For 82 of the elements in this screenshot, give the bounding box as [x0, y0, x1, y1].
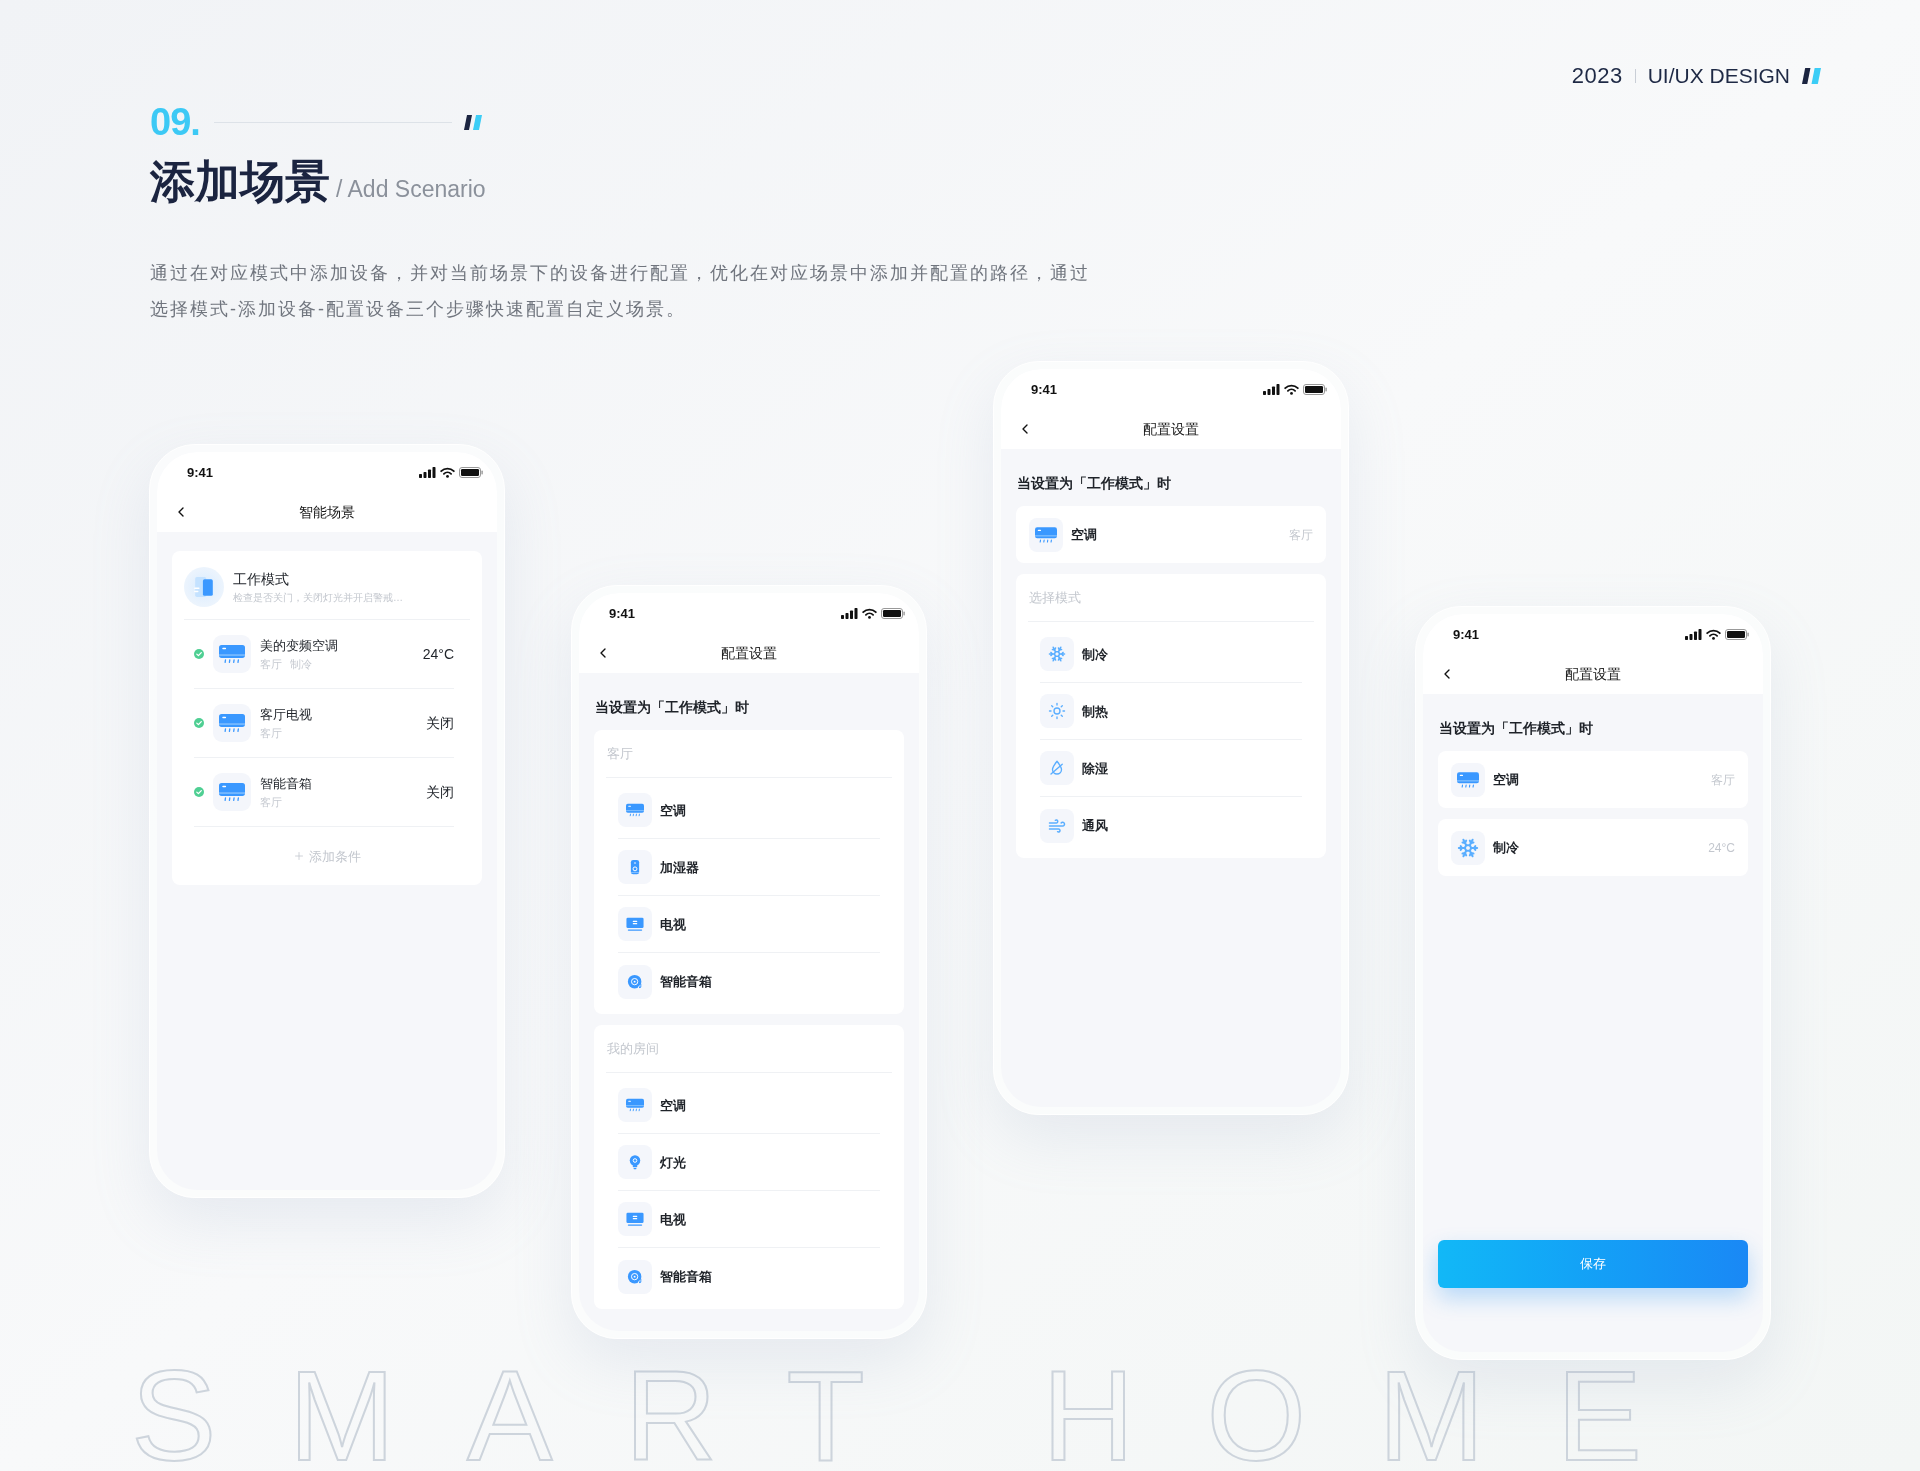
check-icon[interactable]: [194, 649, 204, 659]
air-conditioner-icon: [213, 635, 251, 673]
device-name: 客厅电视: [260, 705, 312, 724]
status-time: 9:41: [609, 606, 636, 620]
air-conditioner-icon: [1451, 762, 1485, 797]
list-item[interactable]: 智能音箱: [618, 953, 880, 1010]
page-description: 通过在对应模式中添加设备，并对当前场景下的设备进行配置，优化在对应场景中添加并配置的路径，通过选择模式-添加设备-配置设备三个步骤快速配置自定义场景。: [150, 262, 1091, 321]
signal-icon: [841, 607, 858, 619]
group-label: 我的房间: [607, 1042, 659, 1055]
item-detail: 客厅: [1711, 773, 1735, 786]
air-conditioner-icon: [618, 1088, 652, 1122]
list-item[interactable]: 空调: [618, 1077, 880, 1134]
status-time: 9:41: [187, 465, 214, 479]
air-conditioner-icon: [213, 704, 251, 742]
item-name: 空调: [1071, 528, 1097, 541]
battery-icon: [459, 466, 483, 478]
nav-title: 配置设置: [1565, 667, 1621, 681]
device-value: 关闭: [426, 785, 454, 799]
droplet-slash-icon: [1040, 751, 1074, 785]
air-conditioner-icon: [618, 793, 652, 827]
section-number: 09.: [150, 106, 200, 138]
speaker-icon: [618, 964, 652, 999]
status-time: 9:41: [1031, 382, 1058, 396]
wifi-icon: [440, 466, 455, 478]
list-item[interactable]: 制冷: [1040, 626, 1302, 683]
page-title: 添加场景: [150, 156, 330, 208]
wifi-icon: [862, 607, 877, 619]
light-bulb-icon: [618, 1145, 652, 1179]
brand-year: 2023: [1571, 62, 1623, 90]
device-value: 关闭: [426, 716, 454, 730]
speaker-icon: [618, 1259, 652, 1294]
slanted-bars-icon: [463, 114, 482, 130]
snowflake-icon: [1040, 637, 1074, 671]
signal-icon: [1263, 383, 1280, 395]
device-value: 24°C: [422, 647, 454, 661]
page-subtitle: / Add Scenario: [336, 178, 486, 201]
nav-title: 配置设置: [721, 646, 777, 660]
list-item[interactable]: 通风: [1040, 797, 1302, 854]
mode-prompt: 当设置为「工作模式」时: [1439, 720, 1593, 736]
list-item[interactable]: 加湿器: [618, 839, 880, 896]
item-detail: 24°C: [1708, 841, 1735, 854]
wifi-icon: [1706, 628, 1721, 640]
signal-icon: [1685, 628, 1702, 640]
tv-icon: [618, 1202, 652, 1236]
check-icon[interactable]: [194, 787, 204, 797]
list-item[interactable]: 电视: [618, 896, 880, 953]
list-item[interactable]: 除湿: [1040, 740, 1302, 797]
signal-icon: [419, 466, 436, 478]
air-conditioner-icon: [213, 773, 251, 811]
group-label: 选择模式: [1029, 591, 1081, 604]
list-item[interactable]: 智能音箱: [618, 1248, 880, 1305]
snowflake-icon: [1451, 830, 1485, 865]
slanted-bars-icon: [1802, 68, 1821, 84]
list-item[interactable]: 空调: [618, 782, 880, 839]
scene-icon: [184, 567, 224, 607]
wind-icon: [1040, 808, 1074, 843]
item-detail: 客厅: [1289, 528, 1313, 541]
tv-icon: [618, 907, 652, 941]
humidifier-icon: [618, 850, 652, 884]
battery-icon: [1725, 628, 1749, 640]
status-time: 9:41: [1453, 627, 1480, 641]
plus-icon: [293, 850, 305, 862]
mode-prompt: 当设置为「工作模式」时: [595, 699, 749, 715]
battery-icon: [881, 607, 905, 619]
battery-icon: [1303, 383, 1327, 395]
brand-label: UI/UX DESIGN: [1647, 63, 1790, 89]
mode-prompt: 当设置为「工作模式」时: [1017, 475, 1171, 491]
item-name: 制冷: [1493, 841, 1519, 854]
list-item[interactable]: 灯光: [618, 1134, 880, 1191]
nav-title: 智能场景: [299, 505, 355, 519]
list-item[interactable]: 制热: [1040, 683, 1302, 740]
list-item[interactable]: 电视: [618, 1191, 880, 1248]
check-icon[interactable]: [194, 718, 204, 728]
air-conditioner-icon: [1029, 517, 1063, 552]
wifi-icon: [1284, 383, 1299, 395]
group-label: 客厅: [607, 747, 633, 760]
device-name: 智能音箱: [260, 774, 312, 793]
scene-name: 工作模式: [233, 570, 290, 589]
sun-icon: [1040, 694, 1074, 728]
device-name: 美的变频空调: [260, 636, 338, 655]
nav-title: 配置设置: [1143, 422, 1199, 436]
item-name: 空调: [1493, 773, 1519, 786]
